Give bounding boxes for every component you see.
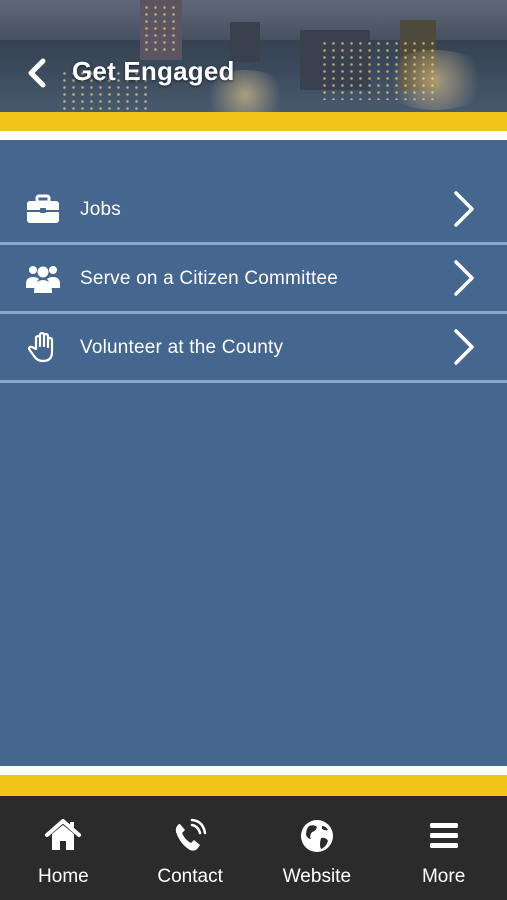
- chevron-right-icon: [454, 191, 474, 227]
- tab-contact[interactable]: Contact: [127, 796, 254, 900]
- menu-item-jobs[interactable]: Jobs: [0, 176, 507, 245]
- tab-label: Website: [282, 866, 352, 887]
- chevron-right-icon: [454, 260, 474, 296]
- phone-icon: [175, 818, 207, 851]
- menu-item-label: Volunteer at the County: [80, 337, 284, 358]
- menu-icon: [429, 823, 458, 848]
- white-stripe: [0, 131, 507, 140]
- white-stripe: [0, 766, 507, 775]
- tab-label: Contact: [157, 866, 223, 887]
- tab-bar: Home Contact Website More: [0, 796, 507, 900]
- page-title: Get Engaged: [72, 56, 235, 86]
- skyline-lights: [142, 4, 180, 54]
- tab-home[interactable]: Home: [0, 796, 127, 900]
- tab-website[interactable]: Website: [254, 796, 381, 900]
- menu-item-label: Serve on a Citizen Committee: [80, 268, 338, 289]
- header-banner: Get Engaged: [0, 0, 507, 112]
- tab-label: More: [421, 866, 466, 887]
- tab-more[interactable]: More: [380, 796, 507, 900]
- chevron-left-icon: [28, 58, 46, 88]
- chevron-right-icon: [454, 329, 474, 365]
- city-glow: [380, 50, 490, 110]
- globe-icon: [300, 820, 333, 852]
- tab-label: Home: [38, 866, 89, 887]
- gold-stripe: [0, 775, 507, 796]
- back-button[interactable]: [22, 56, 52, 90]
- gold-stripe: [0, 112, 507, 131]
- menu-item-citizen-committee[interactable]: Serve on a Citizen Committee: [0, 245, 507, 314]
- home-icon: [45, 819, 82, 850]
- group-icon: [26, 266, 60, 293]
- hand-icon: [27, 331, 54, 363]
- menu-item-volunteer[interactable]: Volunteer at the County: [0, 314, 507, 383]
- briefcase-icon: [27, 194, 59, 223]
- engage-menu: Jobs Serve on a Citizen Committee Volunt…: [0, 176, 507, 383]
- menu-item-label: Jobs: [80, 199, 121, 220]
